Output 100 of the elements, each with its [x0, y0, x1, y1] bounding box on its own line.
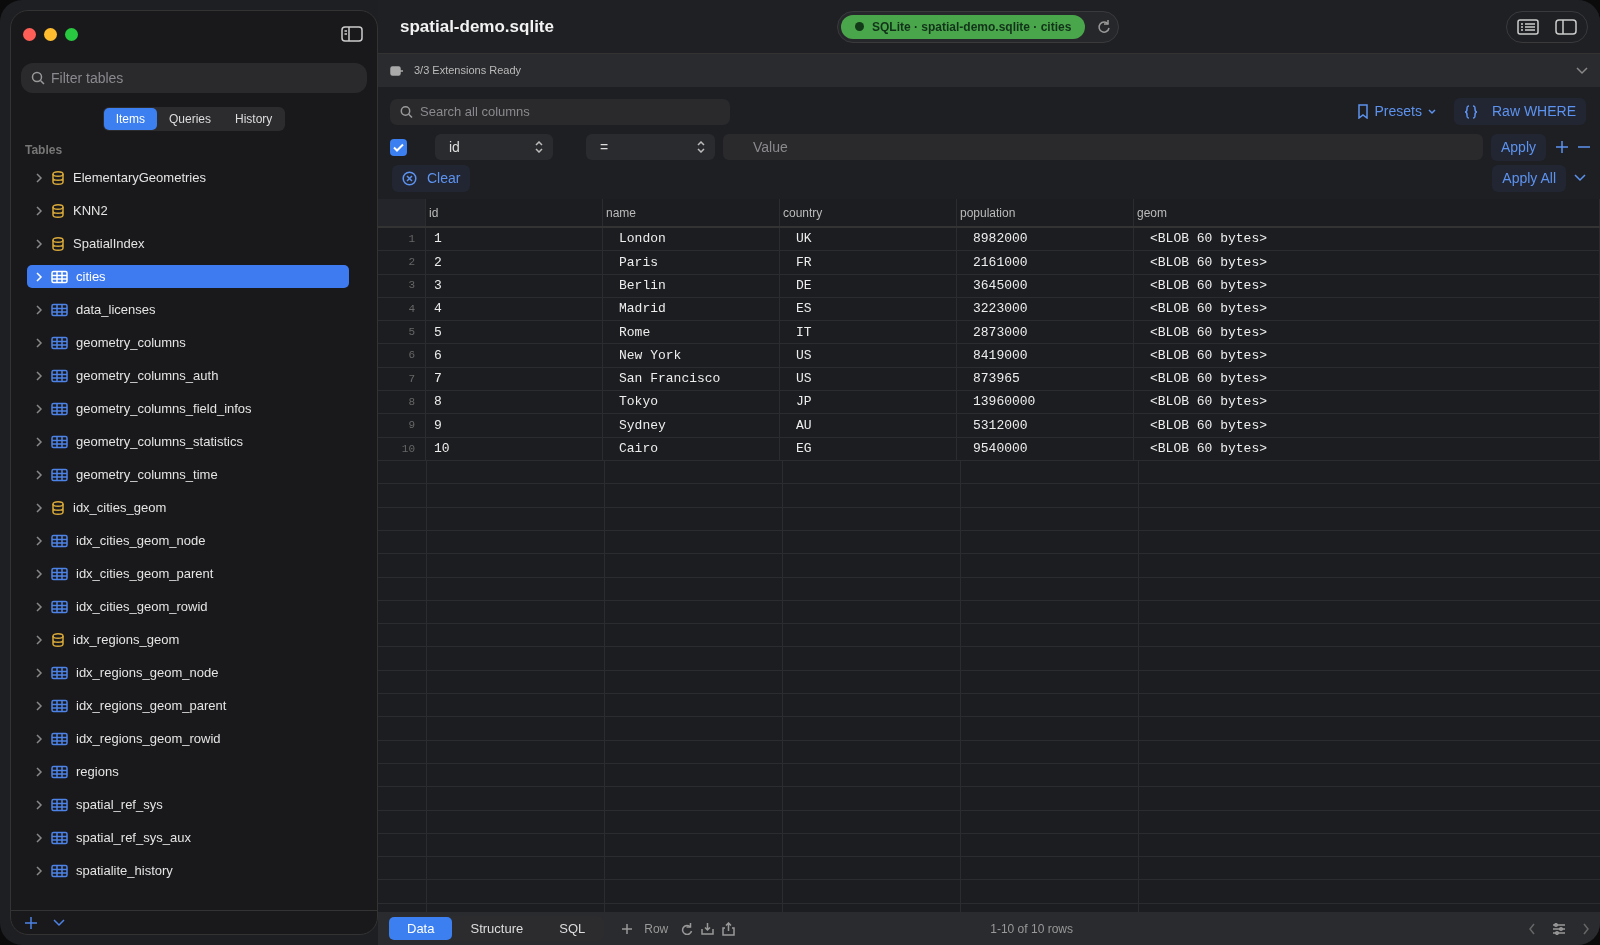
apply-button[interactable]: Apply — [1490, 133, 1546, 161]
chevron-right-icon[interactable] — [35, 237, 43, 250]
column-header[interactable]: name — [603, 199, 780, 226]
sidebar-item[interactable]: idx_regions_geom_node — [27, 661, 349, 684]
list-view-icon[interactable] — [1517, 17, 1539, 36]
row-number: 2 — [378, 251, 426, 274]
chevron-down-icon[interactable] — [1576, 66, 1588, 75]
sidebar-item[interactable]: data_licenses — [27, 298, 349, 321]
sidebar-toggle-icon[interactable] — [1555, 17, 1577, 36]
value-field[interactable]: Value — [723, 134, 1483, 160]
chevron-right-icon[interactable] — [35, 369, 43, 382]
chevron-right-icon[interactable] — [35, 402, 43, 415]
chevron-right-icon[interactable] — [35, 765, 43, 778]
chevron-right-icon[interactable] — [35, 171, 43, 184]
chevron-right-icon[interactable] — [35, 600, 43, 613]
sidebar-item[interactable]: KNN2 — [27, 199, 349, 222]
sidebar-item[interactable]: SpatialIndex — [27, 232, 349, 255]
raw-where-button[interactable]: Raw WHERE — [1454, 98, 1586, 125]
table-cell: 3223000 — [957, 297, 1134, 321]
refresh-icon[interactable] — [680, 922, 694, 935]
filter-field[interactable]: Filter tables — [21, 63, 367, 93]
sidebar-item[interactable]: cities — [27, 265, 349, 288]
column-header[interactable]: geom — [1134, 199, 1600, 226]
table-icon — [51, 335, 68, 350]
sidebar-item[interactable]: spatialite_history — [27, 859, 349, 882]
chevron-right-icon[interactable] — [35, 435, 43, 448]
sidebar-item[interactable]: idx_regions_geom_parent — [27, 694, 349, 717]
table-cell: London — [603, 228, 780, 251]
chevron-right-icon[interactable] — [35, 204, 43, 217]
chevron-right-icon[interactable] — [35, 303, 43, 316]
view-tab[interactable]: Structure — [452, 916, 542, 941]
add-icon[interactable] — [25, 916, 37, 929]
close-button[interactable] — [23, 27, 36, 41]
column-header[interactable]: id — [426, 199, 603, 226]
sidebar-tab[interactable]: Items — [103, 108, 157, 130]
clear-button[interactable]: Clear — [392, 164, 471, 192]
chevron-right-icon[interactable] — [35, 699, 43, 712]
presets-button[interactable]: Presets — [1346, 98, 1446, 125]
sidebar-item[interactable]: geometry_columns_auth — [27, 364, 349, 387]
chevron-right-icon[interactable] — [35, 567, 43, 580]
chevron-down-icon[interactable] — [1574, 174, 1586, 182]
table-cell: <BLOB 60 bytes> — [1134, 297, 1600, 321]
sidebar-item[interactable]: idx_regions_geom — [27, 628, 349, 651]
connection-badge[interactable]: SQLite · spatial-demo.sqlite · cities — [841, 14, 1086, 39]
next-icon[interactable] — [1582, 922, 1590, 935]
import-icon[interactable] — [701, 922, 715, 935]
chevron-right-icon[interactable] — [35, 633, 43, 646]
sidebar-item[interactable]: geometry_columns_field_infos — [27, 397, 349, 420]
column-header[interactable]: country — [780, 199, 957, 226]
sidebar-item[interactable]: spatial_ref_sys_aux — [27, 826, 349, 849]
sidebar-item[interactable]: idx_regions_geom_rowid — [27, 727, 349, 750]
search-field[interactable]: Search all columns — [390, 98, 730, 125]
sidebar-tab[interactable]: History — [223, 108, 285, 130]
sidebar-item[interactable]: idx_cities_geom — [27, 496, 349, 519]
sidebar-item[interactable]: idx_cities_geom_rowid — [27, 595, 349, 618]
row-number: 5 — [378, 321, 426, 344]
checkbox[interactable] — [390, 138, 407, 156]
table-cell: Paris — [603, 251, 780, 274]
table-cell: 2 — [426, 251, 603, 274]
chevron-right-icon[interactable] — [35, 732, 43, 745]
zoom-button[interactable] — [65, 27, 78, 41]
sidebar-item[interactable]: regions — [27, 760, 349, 783]
chevron-right-icon[interactable] — [35, 666, 43, 679]
table-cell: FR — [780, 251, 957, 274]
sidebar-item[interactable]: spatial_ref_sys — [27, 793, 349, 816]
sidebar-tab[interactable]: Queries — [157, 108, 223, 130]
settings-icon[interactable] — [1552, 922, 1566, 935]
sidebar-item[interactable]: geometry_columns_statistics — [27, 430, 349, 453]
table-cell: <BLOB 60 bytes> — [1134, 414, 1600, 437]
view-tab[interactable]: SQL — [541, 916, 604, 941]
sidebar-item[interactable]: idx_cities_geom_node — [27, 529, 349, 552]
minimize-button[interactable] — [44, 27, 57, 41]
sidebar-toggle-icon[interactable] — [341, 25, 363, 43]
add-icon[interactable] — [1556, 141, 1568, 153]
share-icon[interactable] — [722, 921, 736, 936]
sidebar-item[interactable]: geometry_columns_time — [27, 463, 349, 486]
chevron-right-icon[interactable] — [35, 831, 43, 844]
table-cell: AU — [780, 414, 957, 437]
operator-select[interactable]: = — [586, 134, 715, 160]
chevron-right-icon[interactable] — [35, 468, 43, 481]
column-select[interactable]: id — [435, 134, 553, 160]
braces-icon — [1464, 104, 1478, 119]
add-row-button[interactable]: Row — [618, 919, 673, 938]
chevron-right-icon[interactable] — [35, 501, 43, 514]
sidebar-item[interactable]: ElementaryGeometries — [27, 166, 349, 189]
apply-all-button[interactable]: Apply All — [1492, 164, 1566, 192]
chevron-right-icon[interactable] — [35, 534, 43, 547]
column-header[interactable]: population — [957, 199, 1134, 226]
previous-icon[interactable] — [1528, 922, 1536, 935]
chevron-right-icon[interactable] — [35, 864, 43, 877]
table-cell: 13960000 — [957, 391, 1134, 414]
chevron-right-icon[interactable] — [35, 336, 43, 349]
table-cell: 2161000 — [957, 251, 1134, 274]
view-tab[interactable]: Data — [389, 916, 453, 941]
table-cell: 5312000 — [957, 414, 1134, 437]
chevron-right-icon[interactable] — [35, 798, 43, 811]
sidebar-item[interactable]: geometry_columns — [27, 331, 349, 354]
chevron-down-icon[interactable] — [53, 918, 65, 927]
sidebar-item[interactable]: idx_cities_geom_parent — [27, 562, 349, 585]
table-cell: <BLOB 60 bytes> — [1134, 228, 1600, 251]
